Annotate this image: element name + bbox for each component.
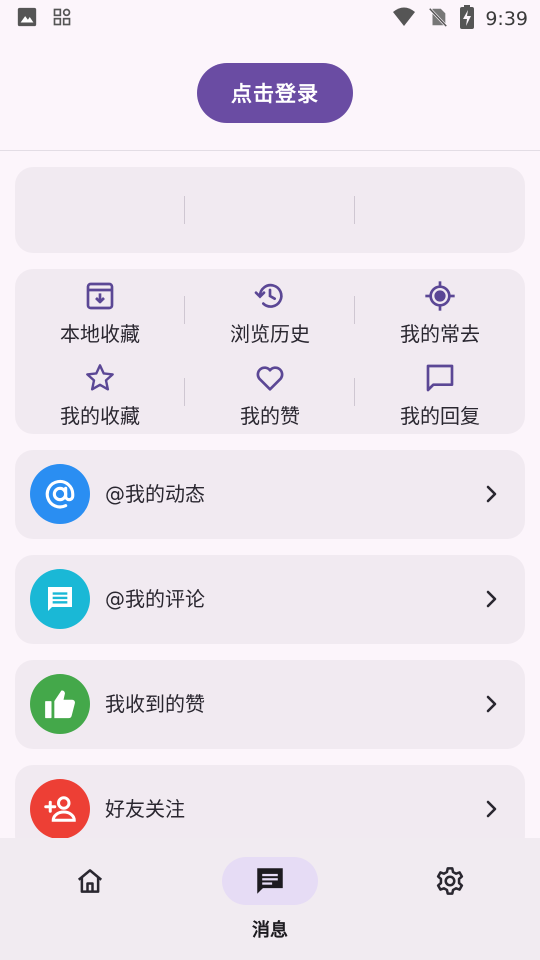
shortcut-frequent-places[interactable]: 我的常去 <box>355 280 525 352</box>
chat-icon <box>30 569 90 629</box>
stats-divider <box>184 196 185 224</box>
list-item-label: 我收到的赞 <box>105 692 205 716</box>
shortcut-card: 本地收藏 浏览历史 我的常去 我的收藏 我的赞 我的回复 <box>15 269 525 434</box>
nav-settings-indicator <box>402 857 498 905</box>
shortcut-label: 我的常去 <box>400 322 480 346</box>
shortcut-my-replies[interactable]: 我的回复 <box>355 362 525 434</box>
nav-messages-label: 消息 <box>252 920 288 941</box>
home-icon <box>77 869 103 893</box>
shortcut-label: 我的收藏 <box>60 404 140 428</box>
chevron-right-icon <box>486 485 497 503</box>
chevron-right-icon <box>486 590 497 608</box>
status-time: 9:39 <box>485 8 528 30</box>
nav-messages[interactable]: 消息 <box>180 838 360 960</box>
nav-home-indicator <box>42 857 138 905</box>
wifi-icon <box>391 5 417 33</box>
shortcut-label: 我的赞 <box>240 404 300 428</box>
no-sim-icon <box>427 5 449 33</box>
star-icon <box>84 362 116 398</box>
heart-icon <box>254 362 286 398</box>
chevron-right-icon <box>486 695 497 713</box>
list-item-my-mentions[interactable]: @我的动态 <box>15 450 525 539</box>
nav-messages-indicator <box>222 857 318 905</box>
stats-divider <box>354 196 355 224</box>
bottom-navigation: 消息 <box>0 838 540 960</box>
at-icon <box>30 464 90 524</box>
comment-icon <box>424 362 456 398</box>
location-target-icon <box>424 280 456 316</box>
message-icon <box>257 868 283 894</box>
shortcut-label: 浏览历史 <box>230 322 310 346</box>
stats-card <box>15 167 525 253</box>
status-bar: 9:39 <box>0 0 540 36</box>
nav-home[interactable] <box>0 838 180 960</box>
list-item-received-likes[interactable]: 我收到的赞 <box>15 660 525 749</box>
shortcut-my-likes[interactable]: 我的赞 <box>185 362 355 434</box>
gear-icon <box>436 867 464 895</box>
battery-charging-icon <box>459 5 475 33</box>
header-divider <box>0 150 540 151</box>
shortcut-local-favorites[interactable]: 本地收藏 <box>15 280 185 352</box>
thumbs-up-icon <box>30 674 90 734</box>
image-icon <box>16 6 38 32</box>
history-icon <box>254 280 286 316</box>
nav-settings[interactable] <box>360 838 540 960</box>
shortcut-label: 本地收藏 <box>60 322 140 346</box>
apps-grid-icon <box>52 7 72 31</box>
archive-download-icon <box>84 280 116 316</box>
list-item-label: @我的评论 <box>105 587 205 611</box>
list-item-my-comments[interactable]: @我的评论 <box>15 555 525 644</box>
shortcut-label: 我的回复 <box>400 404 480 428</box>
login-button[interactable]: 点击登录 <box>197 63 353 123</box>
chevron-right-icon <box>486 800 497 818</box>
list-item-label: @我的动态 <box>105 482 205 506</box>
shortcut-history[interactable]: 浏览历史 <box>185 280 355 352</box>
add-person-icon <box>30 779 90 839</box>
shortcut-my-favorites[interactable]: 我的收藏 <box>15 362 185 434</box>
